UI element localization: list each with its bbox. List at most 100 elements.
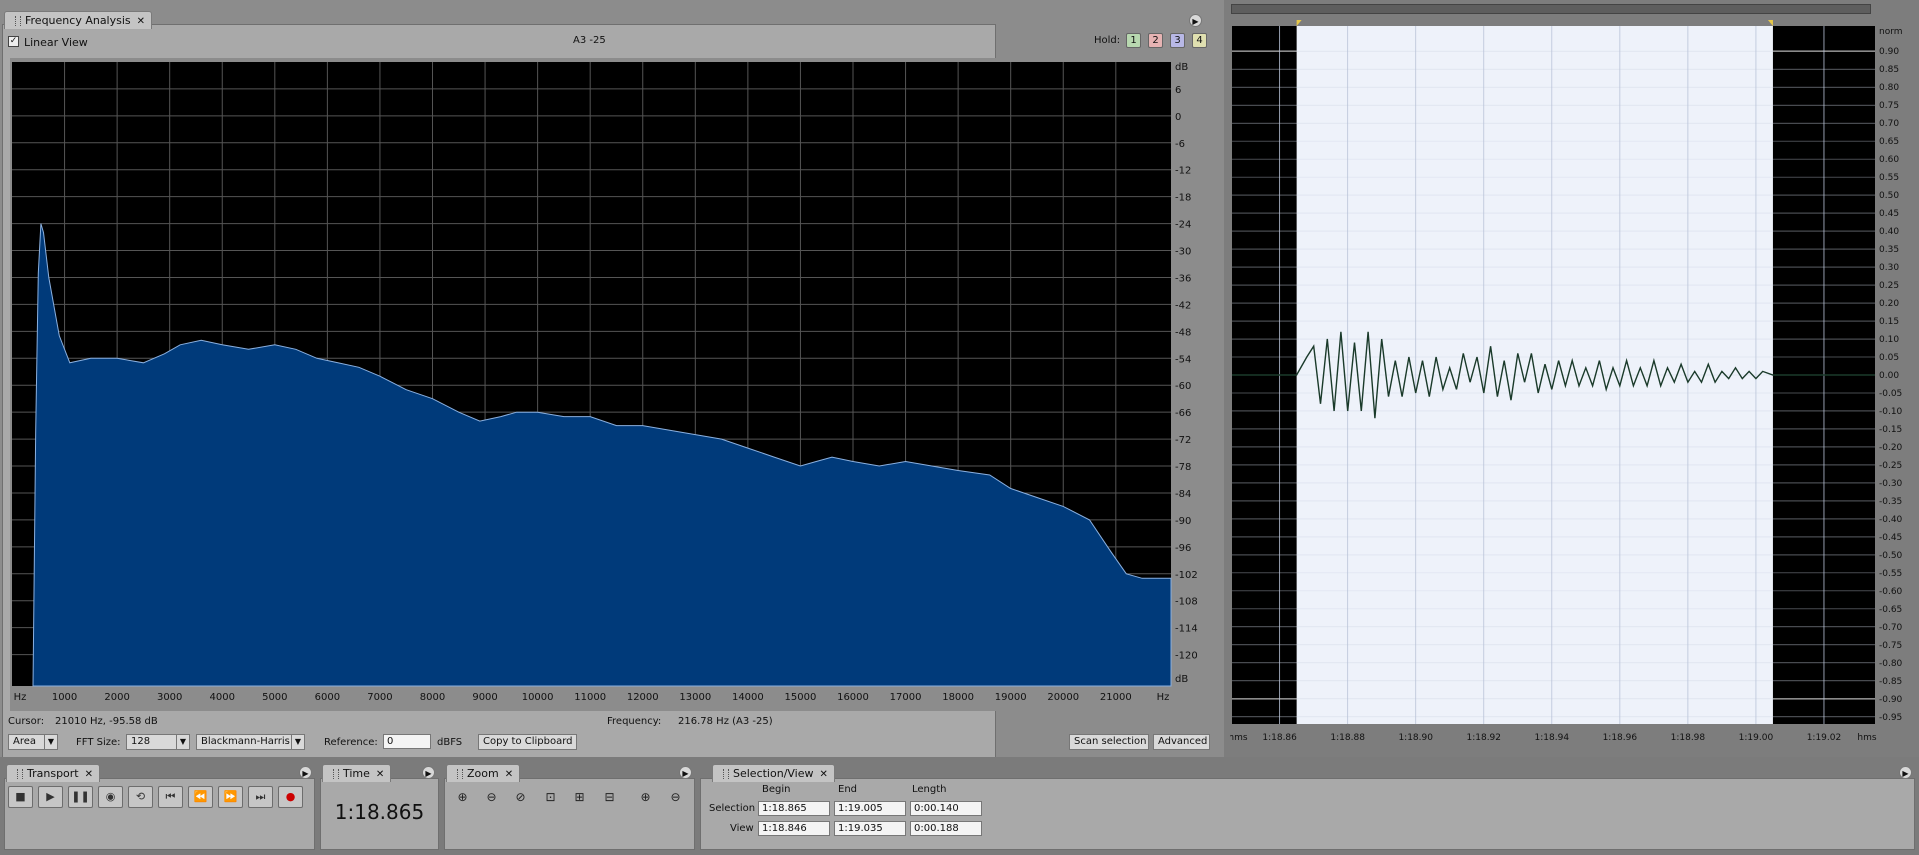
y-tick-label: -90 xyxy=(1175,516,1191,527)
panel-menu-icon[interactable]: ▶ xyxy=(1189,14,1202,27)
y-tick-label: 0.00 xyxy=(1879,371,1899,381)
y-tick-label: -0.40 xyxy=(1879,515,1903,525)
x-tick-label: 1:18.86 xyxy=(1262,733,1297,743)
y-tick-label: -36 xyxy=(1175,273,1191,284)
x-tick-label: 5000 xyxy=(262,692,287,703)
close-icon[interactable]: ✕ xyxy=(85,769,93,780)
y-tick-label: -0.85 xyxy=(1879,677,1902,687)
y-tick-label: -84 xyxy=(1175,489,1191,500)
play-from-cursor-button[interactable]: ◉ xyxy=(98,786,123,808)
x-tick-label: 1:18.92 xyxy=(1466,733,1501,743)
pause-button[interactable]: ❚❚ xyxy=(68,786,93,808)
copy-to-clipboard-button[interactable]: Copy to Clipboard xyxy=(478,734,577,750)
x-tick-label: 1:18.88 xyxy=(1330,733,1365,743)
selection-end-field[interactable]: 1:19.005 xyxy=(834,801,906,816)
reference-input[interactable]: 0 xyxy=(383,734,431,749)
x-tick-label: 1:18.90 xyxy=(1398,733,1433,743)
close-icon[interactable]: ✕ xyxy=(505,769,513,780)
hold-button-4[interactable]: 4 xyxy=(1192,33,1207,48)
tab-time[interactable]: Time ✕ xyxy=(322,764,392,782)
y-tick-label: 0.50 xyxy=(1879,191,1899,201)
y-tick-label: 0.75 xyxy=(1879,101,1899,111)
tab-transport[interactable]: Transport ✕ xyxy=(6,764,101,782)
close-icon[interactable]: ✕ xyxy=(820,769,828,780)
fft-size-select[interactable]: 128 ▼ xyxy=(126,734,190,750)
x-tick-label: 19000 xyxy=(995,692,1027,703)
y-tick-label: -0.90 xyxy=(1879,695,1903,705)
scan-selection-button[interactable]: Scan selection xyxy=(1069,734,1149,750)
cursor-label: Cursor: xyxy=(8,716,45,727)
y-tick-label: -0.30 xyxy=(1879,479,1903,489)
go-to-start-button[interactable]: ⏮ xyxy=(158,786,183,808)
y-tick-label: -0.50 xyxy=(1879,551,1903,561)
x-tick-label: 8000 xyxy=(420,692,445,703)
advanced-button[interactable]: Advanced xyxy=(1153,734,1210,750)
stop-button[interactable]: ■ xyxy=(8,786,33,808)
record-button[interactable]: ● xyxy=(278,786,303,808)
y-tick-label: 0.15 xyxy=(1879,317,1899,327)
panel-menu-icon[interactable]: ▶ xyxy=(422,766,435,779)
loop-button[interactable]: ⟲ xyxy=(128,786,153,808)
panel-menu-icon[interactable]: ▶ xyxy=(679,766,692,779)
rewind-button[interactable]: ⏪ xyxy=(188,786,213,808)
linear-view-checkbox[interactable]: ✓ xyxy=(8,36,19,47)
x-tick-label: 21000 xyxy=(1100,692,1132,703)
tab-zoom[interactable]: Zoom ✕ xyxy=(446,764,521,782)
chevron-down-icon: ▼ xyxy=(291,735,304,749)
selection-length-field[interactable]: 0:00.140 xyxy=(910,801,982,816)
zoom-out-full-icon[interactable]: ⊘ xyxy=(508,786,533,808)
display-mode-select[interactable]: Area ▼ xyxy=(8,734,58,750)
fast-forward-button[interactable]: ⏩ xyxy=(218,786,243,808)
x-tick-label: 1:18.98 xyxy=(1671,733,1706,743)
hold-button-1[interactable]: 1 xyxy=(1126,33,1141,48)
x-tick-label: 10000 xyxy=(522,692,554,703)
hold-button-3[interactable]: 3 xyxy=(1170,33,1185,48)
zoom-to-selection-icon[interactable]: ⊡ xyxy=(538,786,563,808)
zoom-out-time-icon[interactable]: ⊖ xyxy=(663,786,688,808)
y-tick-label: -78 xyxy=(1175,462,1191,473)
y-tick-label: -0.25 xyxy=(1879,461,1902,471)
display-mode-value: Area xyxy=(13,736,37,747)
selection-begin-field[interactable]: 1:18.865 xyxy=(758,801,830,816)
play-button[interactable]: ▶ xyxy=(38,786,63,808)
header-length: Length xyxy=(912,784,947,795)
zoom-selection-right-icon[interactable]: ⊟ xyxy=(597,786,622,808)
x-tick-label: 7000 xyxy=(367,692,392,703)
frequency-label: Frequency: xyxy=(607,716,662,727)
panel-menu-icon[interactable]: ▶ xyxy=(1899,766,1912,779)
y-tick-label: 0 xyxy=(1175,112,1181,123)
grip-icon xyxy=(17,769,23,779)
y-tick-label: -102 xyxy=(1175,570,1198,581)
x-tick-label: 20000 xyxy=(1047,692,1079,703)
zoom-selection-left-icon[interactable]: ⊞ xyxy=(567,786,592,808)
hold-button-2[interactable]: 2 xyxy=(1148,33,1163,48)
view-begin-field[interactable]: 1:18.846 xyxy=(758,821,830,836)
window-function-select[interactable]: Blackmann-Harris ▼ xyxy=(196,734,305,750)
y-tick-label: -0.70 xyxy=(1879,623,1903,633)
y-tick-label: 0.40 xyxy=(1879,227,1899,237)
zoom-in-amplitude-icon[interactable]: ⊕ xyxy=(450,786,475,808)
fft-size-label: FFT Size: xyxy=(76,737,121,748)
overview-scrollbar[interactable] xyxy=(1231,4,1871,14)
close-icon[interactable]: ✕ xyxy=(137,16,145,27)
y-tick-label: -6 xyxy=(1175,139,1185,150)
y-axis-unit-label: dB xyxy=(1175,62,1188,73)
view-end-field[interactable]: 1:19.035 xyxy=(834,821,906,836)
waveform-display[interactable]: norm 0.90 0.85 0.80 0.75 0.70 0.65 0.60 0.55 0.50… xyxy=(1230,20,1915,750)
linear-view-label: Linear View xyxy=(24,36,88,49)
tab-frequency-analysis[interactable]: Frequency Analysis ✕ xyxy=(4,11,153,29)
window-function-value: Blackmann-Harris xyxy=(201,736,290,747)
frequency-spectrum-chart[interactable]: Hz 1000 2000 3000 4000 5000 6000 7000 8000 9000 10… xyxy=(10,58,1212,711)
y-tick-label: -0.95 xyxy=(1879,713,1902,723)
zoom-out-amplitude-icon[interactable]: ⊖ xyxy=(479,786,504,808)
chevron-down-icon: ▼ xyxy=(176,735,189,749)
x-tick-label: 16000 xyxy=(837,692,869,703)
zoom-in-time-icon[interactable]: ⊕ xyxy=(633,786,658,808)
y-tick-label: 0.20 xyxy=(1879,299,1899,309)
tab-selection-view[interactable]: Selection/View ✕ xyxy=(712,764,835,782)
view-length-field[interactable]: 0:00.188 xyxy=(910,821,982,836)
row-label-view: View xyxy=(730,823,754,834)
go-to-end-button[interactable]: ⏭ xyxy=(248,786,273,808)
panel-menu-icon[interactable]: ▶ xyxy=(299,766,312,779)
close-icon[interactable]: ✕ xyxy=(376,769,384,780)
